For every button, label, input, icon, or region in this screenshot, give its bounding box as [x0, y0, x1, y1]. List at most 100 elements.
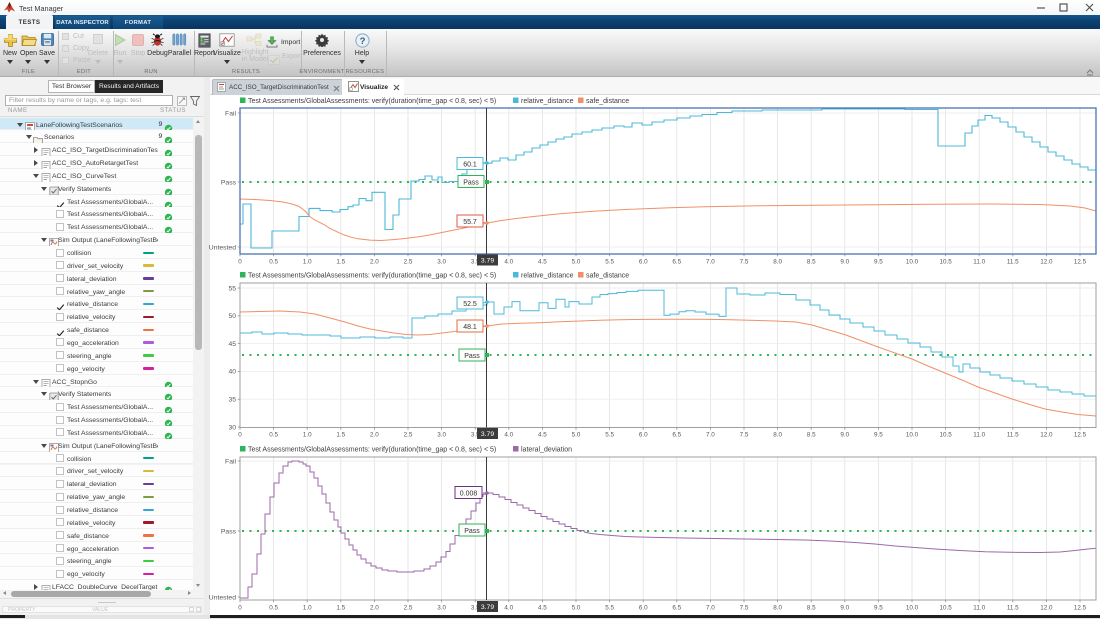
svg-text:?: ?	[359, 36, 365, 47]
svg-text:5.5: 5.5	[605, 605, 614, 612]
svg-text:3.0: 3.0	[437, 605, 446, 612]
svg-text:52.5: 52.5	[463, 301, 477, 308]
svg-text:9.0: 9.0	[840, 605, 849, 612]
svg-text:35: 35	[228, 397, 236, 404]
svg-text:10.5: 10.5	[939, 605, 952, 612]
svg-text:8.5: 8.5	[807, 432, 816, 439]
svg-text:10.0: 10.0	[906, 605, 919, 612]
svg-text:48.1: 48.1	[463, 324, 477, 331]
svg-text:Fail: Fail	[225, 110, 236, 117]
svg-text:4.0: 4.0	[504, 605, 513, 612]
svg-text:4.0: 4.0	[504, 432, 513, 439]
svg-text:60.1: 60.1	[463, 161, 477, 168]
svg-text:7.0: 7.0	[706, 259, 715, 266]
svg-text:6.0: 6.0	[639, 432, 648, 439]
svg-text:10.0: 10.0	[906, 432, 919, 439]
svg-text:7.0: 7.0	[706, 605, 715, 612]
svg-text:1.5: 1.5	[336, 432, 345, 439]
svg-text:8.0: 8.0	[773, 432, 782, 439]
svg-text:7.5: 7.5	[740, 259, 749, 266]
svg-text:9.5: 9.5	[874, 259, 883, 266]
svg-text:12.0: 12.0	[1040, 605, 1053, 612]
svg-text:2.0: 2.0	[370, 259, 379, 266]
svg-text:6.0: 6.0	[639, 605, 648, 612]
svg-text:6.5: 6.5	[672, 605, 681, 612]
svg-text:10.5: 10.5	[939, 259, 952, 266]
svg-text:45: 45	[228, 341, 236, 348]
svg-text:11.5: 11.5	[1007, 432, 1019, 439]
svg-text:7.5: 7.5	[740, 432, 749, 439]
svg-text:50: 50	[228, 313, 236, 320]
svg-text:1.0: 1.0	[303, 605, 312, 612]
svg-text:5.5: 5.5	[605, 432, 614, 439]
svg-text:12.5: 12.5	[1074, 259, 1087, 266]
svg-text:12.0: 12.0	[1040, 432, 1053, 439]
svg-text:30: 30	[228, 424, 236, 431]
svg-text:6.5: 6.5	[672, 432, 681, 439]
svg-text:Pass: Pass	[464, 528, 480, 535]
svg-text:2.0: 2.0	[370, 432, 379, 439]
svg-text:10.5: 10.5	[939, 432, 952, 439]
svg-text:Pass: Pass	[463, 179, 479, 186]
svg-text:1.0: 1.0	[303, 259, 312, 266]
svg-text:3.0: 3.0	[437, 259, 446, 266]
svg-text:11.5: 11.5	[1007, 259, 1019, 266]
svg-text:11.5: 11.5	[1007, 605, 1019, 612]
svg-text:10.0: 10.0	[906, 259, 919, 266]
svg-text:0.5: 0.5	[269, 605, 278, 612]
svg-text:4.0: 4.0	[504, 259, 513, 266]
svg-text:0: 0	[238, 605, 242, 612]
svg-text:5.0: 5.0	[572, 605, 581, 612]
svg-text:relative_distance: relative_distance	[521, 273, 574, 280]
svg-text:relative_distance: relative_distance	[521, 98, 574, 105]
svg-text:55.7: 55.7	[463, 219, 477, 226]
svg-text:8.5: 8.5	[807, 605, 816, 612]
svg-text:7.5: 7.5	[740, 605, 749, 612]
svg-text:6.5: 6.5	[672, 259, 681, 266]
svg-text:Untested: Untested	[209, 244, 236, 251]
svg-text:11.0: 11.0	[973, 259, 985, 266]
svg-text:3.79: 3.79	[481, 258, 494, 265]
svg-text:5.0: 5.0	[572, 432, 581, 439]
svg-text:1.5: 1.5	[336, 605, 345, 612]
svg-text:9.5: 9.5	[874, 432, 883, 439]
svg-text:Test Assessments/GlobalAssessm: Test Assessments/GlobalAssessments: veri…	[248, 98, 496, 105]
svg-text:11.0: 11.0	[973, 432, 985, 439]
svg-text:55: 55	[228, 285, 236, 292]
svg-text:0: 0	[238, 432, 242, 439]
svg-text:1.0: 1.0	[303, 432, 312, 439]
svg-text:Pass: Pass	[221, 528, 237, 535]
svg-text:0.008: 0.008	[460, 490, 478, 497]
svg-text:8.0: 8.0	[773, 259, 782, 266]
svg-text:1.5: 1.5	[336, 259, 345, 266]
svg-text:9.5: 9.5	[874, 605, 883, 612]
svg-text:12.0: 12.0	[1040, 259, 1053, 266]
svg-text:8.0: 8.0	[773, 605, 782, 612]
svg-text:Pass: Pass	[464, 353, 480, 360]
svg-text:2.5: 2.5	[404, 605, 413, 612]
svg-text:safe_distance: safe_distance	[586, 273, 629, 280]
svg-text:2.0: 2.0	[370, 605, 379, 612]
svg-text:3.79: 3.79	[481, 431, 494, 438]
svg-text:Test Assessments/GlobalAssessm: Test Assessments/GlobalAssessments: veri…	[248, 447, 496, 454]
svg-text:3.0: 3.0	[437, 432, 446, 439]
svg-text:safe_distance: safe_distance	[586, 98, 629, 105]
svg-text:40: 40	[228, 369, 236, 376]
svg-text:9.0: 9.0	[840, 432, 849, 439]
svg-text:0: 0	[238, 259, 242, 266]
svg-text:Fail: Fail	[225, 458, 236, 465]
svg-text:8.5: 8.5	[807, 259, 816, 266]
svg-text:4.5: 4.5	[538, 605, 547, 612]
svg-text:11.0: 11.0	[973, 605, 985, 612]
svg-text:2.5: 2.5	[404, 432, 413, 439]
svg-text:0.5: 0.5	[269, 259, 278, 266]
svg-text:2.5: 2.5	[404, 259, 413, 266]
svg-text:0.5: 0.5	[269, 432, 278, 439]
svg-text:7.0: 7.0	[706, 432, 715, 439]
svg-text:12.5: 12.5	[1074, 605, 1087, 612]
svg-text:6.0: 6.0	[639, 259, 648, 266]
svg-text:3.79: 3.79	[481, 604, 494, 611]
svg-text:4.5: 4.5	[538, 259, 547, 266]
svg-text:5.5: 5.5	[605, 259, 614, 266]
svg-text:9.0: 9.0	[840, 259, 849, 266]
